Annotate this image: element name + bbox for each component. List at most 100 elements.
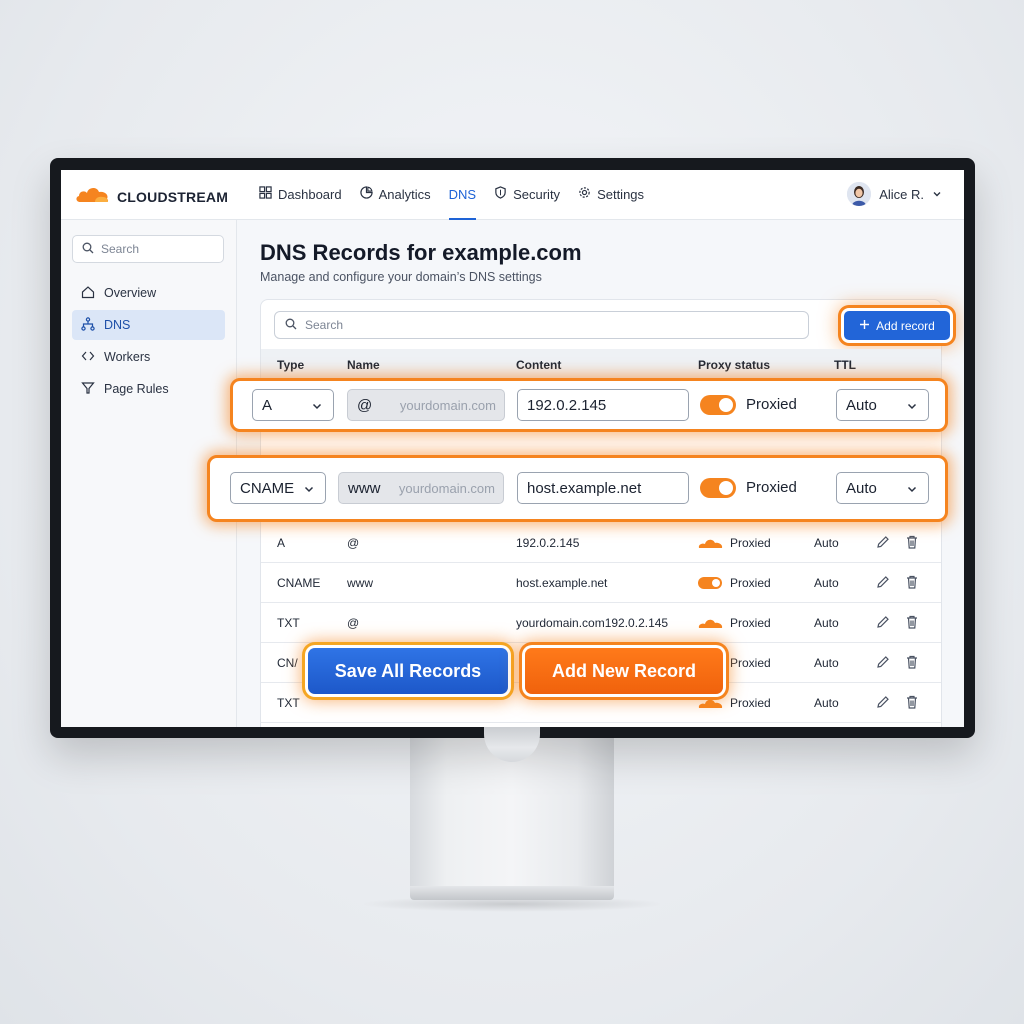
network-icon (81, 316, 95, 334)
sidebar-item-page-rules[interactable]: Page Rules (72, 374, 225, 404)
nav-dns[interactable]: DNS (448, 170, 477, 220)
cell-name: @ (347, 616, 360, 630)
page-title: DNS Records for example.com (260, 240, 582, 265)
edit-pencil-icon[interactable] (875, 694, 891, 710)
content-field-value: 192.0.2.145 (527, 396, 607, 414)
cell-ttl: Auto (814, 536, 839, 550)
save-all-records-button[interactable]: Save All Records (308, 648, 508, 694)
column-header-name[interactable]: Name (347, 358, 380, 372)
plus-icon (859, 319, 870, 333)
content-field[interactable]: host.example.net (517, 472, 689, 504)
filter-icon (81, 381, 95, 398)
trash-icon[interactable] (904, 534, 920, 550)
type-select[interactable]: A (252, 389, 334, 421)
sidebar-item-overview[interactable]: Overview (72, 278, 225, 308)
proxy-toggle[interactable] (698, 577, 722, 589)
records-search-placeholder: Search (305, 318, 344, 332)
content-field-value: host.example.net (527, 479, 642, 497)
add-record-button[interactable]: Add record (844, 311, 950, 340)
table-header: Type Name Content Proxy status TTL (261, 349, 941, 379)
page-subtitle: Manage and configure your domain’s DNS s… (260, 270, 542, 284)
add-new-record-button[interactable]: Add New Record (525, 648, 723, 694)
edit-pencil-icon[interactable] (875, 614, 891, 630)
name-field[interactable]: @ yourdomain.com (347, 389, 505, 421)
cell-content: yourdomain.com192.0.2.145 (516, 616, 669, 630)
column-header-ttl[interactable]: TTL (834, 358, 856, 372)
name-field-value: www (348, 479, 381, 497)
trash-icon[interactable] (904, 614, 920, 630)
nav-dashboard[interactable]: Dashboard (259, 170, 342, 220)
chevron-down-icon (932, 187, 942, 202)
ttl-select[interactable]: Auto (836, 389, 929, 421)
user-name: Alice R. (879, 186, 924, 202)
nav-label: DNS (448, 186, 477, 202)
table-row[interactable]: TXT @ yourdomain.com192.0.2.145 Proxied … (261, 603, 941, 643)
records-search-input[interactable]: Search (274, 311, 809, 339)
brand[interactable]: CLOUDSTREAM (75, 184, 228, 209)
monitor-stand-foot (410, 886, 614, 900)
column-header-content[interactable]: Content (516, 358, 561, 372)
cell-ttl: Auto (814, 616, 839, 630)
user-menu[interactable]: Alice R. (847, 182, 942, 206)
code-icon (81, 349, 95, 366)
cell-content: host.example.net (516, 576, 608, 590)
cell-name: @ (347, 536, 360, 550)
cell-ttl: Auto (814, 576, 839, 590)
column-header-proxy-status[interactable]: Proxy status (698, 358, 770, 372)
table-row[interactable]: A @ 192.0.2.145 Proxied Auto (261, 523, 941, 563)
chevron-down-icon (303, 482, 315, 494)
cell-proxy-status: Proxied (730, 616, 771, 630)
sidebar-search-input[interactable]: Search (72, 235, 224, 263)
cloud-icon (698, 538, 724, 552)
edit-row-a: A @ yourdomain.com 192.0.2.145 Proxied A… (230, 378, 948, 432)
nav-security[interactable]: Security (494, 170, 560, 220)
nav-settings[interactable]: Settings (578, 170, 644, 220)
name-field[interactable]: www yourdomain.com (338, 472, 504, 504)
trash-icon[interactable] (904, 654, 920, 670)
cell-proxy-status: Proxied (730, 536, 771, 550)
sidebar-item-label: Overview (104, 286, 157, 300)
main-nav: Dashboard Analytics DNS Security Setting… (259, 170, 644, 220)
trash-icon[interactable] (904, 694, 920, 710)
ttl-select-value: Auto (846, 479, 877, 497)
search-icon (82, 242, 94, 257)
proxy-toggle[interactable] (700, 395, 736, 415)
type-select-value: A (262, 396, 273, 414)
brand-name: CLOUDSTREAM (117, 188, 229, 205)
name-field-domain-hint: yourdomain.com (399, 397, 496, 413)
type-select[interactable]: CNAME (230, 472, 326, 504)
nav-label: Analytics (378, 186, 431, 202)
cell-name: www (347, 576, 373, 590)
column-header-type[interactable]: Type (277, 358, 304, 372)
sidebar-item-label: Workers (104, 350, 151, 364)
add-record-label: Add record (876, 318, 935, 333)
cell-type: A (277, 536, 286, 550)
nav-analytics[interactable]: Analytics (359, 170, 431, 220)
cell-proxy-status: Proxied (730, 696, 771, 710)
proxy-status-label: Proxied (746, 396, 797, 413)
sidebar-list: Overview DNS Workers Page Rules (72, 278, 225, 406)
proxy-toggle[interactable] (700, 478, 736, 498)
edit-pencil-icon[interactable] (875, 654, 891, 670)
cell-type: TXT (277, 696, 300, 710)
edit-pencil-icon[interactable] (875, 534, 891, 550)
trash-icon[interactable] (904, 574, 920, 590)
sidebar-item-workers[interactable]: Workers (72, 342, 225, 372)
name-field-value: @ (357, 396, 373, 414)
sidebar-search-placeholder: Search (101, 242, 140, 256)
shield-icon (494, 186, 507, 202)
nav-label: Settings (597, 186, 645, 202)
pie-chart-icon (359, 186, 373, 202)
edit-pencil-icon[interactable] (875, 574, 891, 590)
cloud-icon (698, 618, 724, 632)
cell-content: 192.0.2.145 (516, 536, 580, 550)
sidebar-item-dns[interactable]: DNS (72, 310, 225, 340)
content-field[interactable]: 192.0.2.145 (517, 389, 689, 421)
cell-proxy-status: Proxied (730, 656, 771, 670)
home-icon (81, 285, 95, 302)
screen: CLOUDSTREAM Dashboard Analytics DNS Secu… (61, 170, 964, 727)
ttl-select[interactable]: Auto (836, 472, 929, 504)
sidebar-item-label: Page Rules (104, 382, 169, 396)
table-row[interactable]: CNAME www host.example.net Proxied Auto (261, 563, 941, 603)
chevron-down-icon (906, 399, 918, 411)
